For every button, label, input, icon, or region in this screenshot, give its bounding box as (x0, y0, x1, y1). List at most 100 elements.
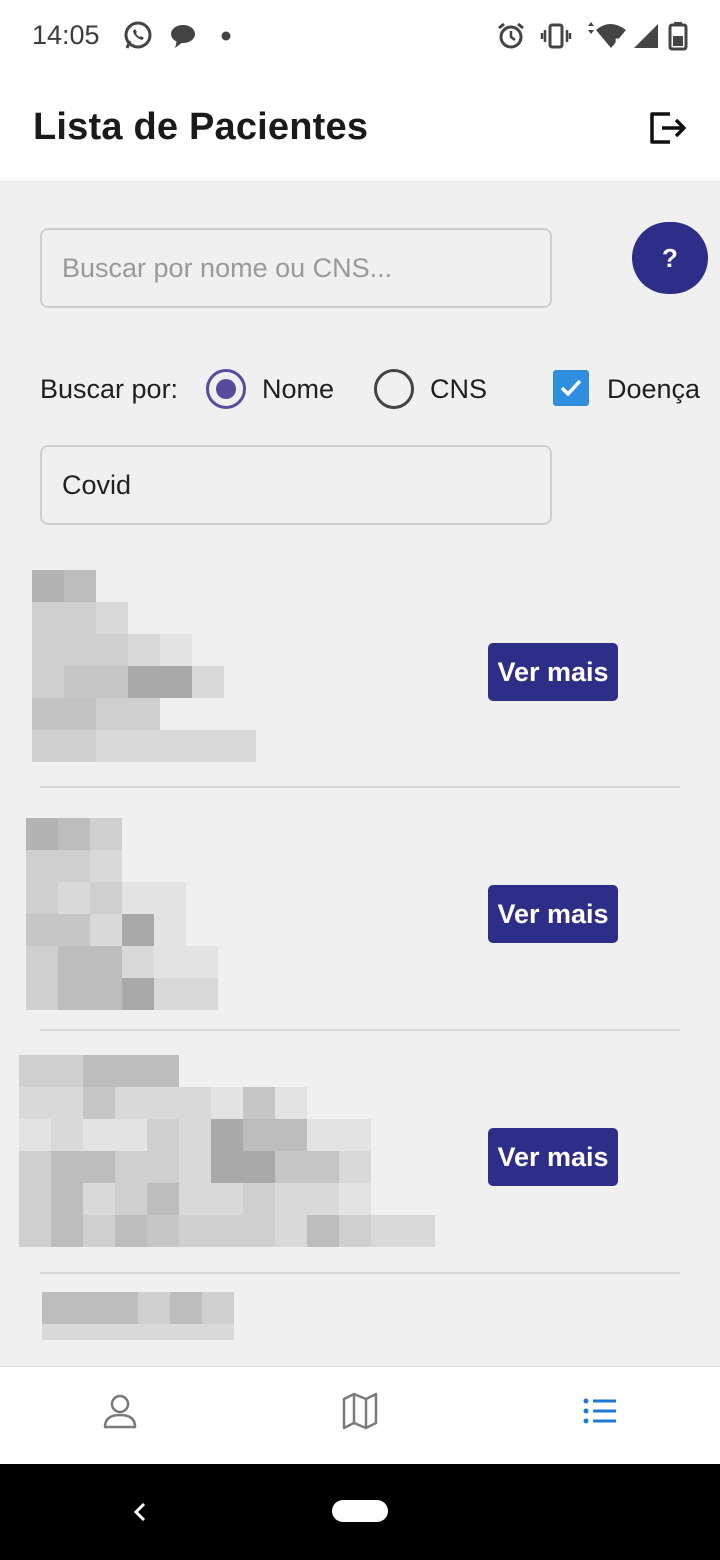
mosaic-cell (403, 1119, 435, 1151)
status-time: 14:05 (32, 20, 100, 50)
mosaic-cell (224, 666, 256, 698)
mosaic-cell (224, 698, 256, 730)
checkbox-doenca[interactable] (553, 370, 589, 406)
radio-cns[interactable] (374, 369, 414, 409)
radio-nome-label: Nome (262, 374, 335, 404)
list-divider (40, 1272, 680, 1274)
redacted-patient-info (26, 818, 218, 1010)
mosaic-cell (90, 882, 122, 914)
help-button[interactable]: ? (632, 222, 708, 294)
mosaic-cell (202, 1324, 234, 1340)
mosaic-cell (186, 882, 218, 914)
mosaic-cell (147, 1183, 179, 1215)
mosaic-cell (58, 850, 90, 882)
mosaic-cell (403, 1087, 435, 1119)
system-home-button[interactable] (332, 1500, 388, 1522)
mosaic-cell (403, 1183, 435, 1215)
mosaic-cell (147, 1055, 179, 1087)
ver-mais-button[interactable]: Ver mais (488, 885, 618, 943)
mosaic-cell (307, 1087, 339, 1119)
mosaic-cell (19, 1183, 51, 1215)
mosaic-cell (192, 698, 224, 730)
mosaic-cell (42, 1292, 74, 1324)
mosaic-cell (160, 634, 192, 666)
mosaic-cell (51, 1055, 83, 1087)
mosaic-cell (19, 1055, 51, 1087)
search-input[interactable] (40, 228, 552, 308)
mosaic-cell (122, 818, 154, 850)
status-bar: 14:05 5 (0, 0, 720, 72)
mosaic-cell (51, 1151, 83, 1183)
filter-label: Buscar por: (40, 374, 179, 404)
mosaic-cell (83, 1151, 115, 1183)
mosaic-cell (202, 1292, 234, 1324)
mosaic-cell (211, 1119, 243, 1151)
patient-list-item: Ver mais (0, 803, 720, 1033)
mosaic-cell (90, 850, 122, 882)
mosaic-cell (115, 1119, 147, 1151)
mosaic-cell (26, 946, 58, 978)
mosaic-cell (51, 1215, 83, 1247)
mosaic-cell (115, 1055, 147, 1087)
mosaic-cell (128, 602, 160, 634)
mosaic-cell (90, 978, 122, 1010)
mosaic-cell (58, 914, 90, 946)
mosaic-cell (186, 946, 218, 978)
mosaic-cell (179, 1055, 211, 1087)
mosaic-cell (307, 1183, 339, 1215)
mosaic-cell (371, 1119, 403, 1151)
list-divider (40, 786, 680, 788)
nav-patient-list[interactable] (570, 1381, 630, 1441)
mosaic-cell (83, 1087, 115, 1119)
mosaic-cell (64, 570, 96, 602)
mosaic-cell (211, 1151, 243, 1183)
mosaic-cell (192, 730, 224, 762)
mosaic-cell (96, 698, 128, 730)
chat-bubble-icon (167, 20, 199, 52)
mosaic-cell (128, 730, 160, 762)
mosaic-cell (138, 1292, 170, 1324)
ver-mais-button[interactable]: Ver mais (488, 643, 618, 701)
radio-nome[interactable] (206, 369, 246, 409)
list-divider (40, 1029, 680, 1031)
mosaic-cell (122, 978, 154, 1010)
system-navigation-bar (0, 1464, 720, 1560)
mosaic-cell (122, 914, 154, 946)
mosaic-cell (179, 1183, 211, 1215)
mosaic-cell (83, 1055, 115, 1087)
mosaic-cell (403, 1215, 435, 1247)
mosaic-cell (115, 1183, 147, 1215)
page-title: Lista de Pacientes (33, 106, 369, 148)
mosaic-cell (32, 570, 64, 602)
battery-icon (666, 20, 690, 52)
logout-button[interactable] (640, 102, 692, 154)
vibrate-icon (540, 20, 572, 52)
radio-cns-label: CNS (430, 374, 488, 404)
mosaic-cell (160, 730, 192, 762)
mosaic-cell (192, 634, 224, 666)
mosaic-cell (160, 602, 192, 634)
mosaic-cell (339, 1055, 371, 1087)
mosaic-cell (160, 666, 192, 698)
mosaic-cell (307, 1055, 339, 1087)
mosaic-cell (186, 850, 218, 882)
mosaic-cell (115, 1215, 147, 1247)
back-chevron-icon (133, 1502, 146, 1522)
checkbox-doenca-label: Doença (607, 374, 701, 404)
nav-map[interactable] (330, 1381, 390, 1441)
ver-mais-button[interactable]: Ver mais (488, 1128, 618, 1186)
system-back-button[interactable] (122, 1492, 158, 1532)
mosaic-cell (170, 1324, 202, 1340)
mosaic-cell (403, 1151, 435, 1183)
mosaic-cell (83, 1215, 115, 1247)
mosaic-cell (243, 1055, 275, 1087)
nav-profile[interactable] (90, 1381, 150, 1441)
mosaic-cell (26, 914, 58, 946)
app-header: Lista de Pacientes (0, 72, 720, 182)
mosaic-cell (115, 1151, 147, 1183)
mosaic-cell (96, 570, 128, 602)
mosaic-cell (51, 1087, 83, 1119)
mosaic-cell (32, 698, 64, 730)
disease-input[interactable] (40, 445, 552, 525)
mosaic-cell (154, 978, 186, 1010)
